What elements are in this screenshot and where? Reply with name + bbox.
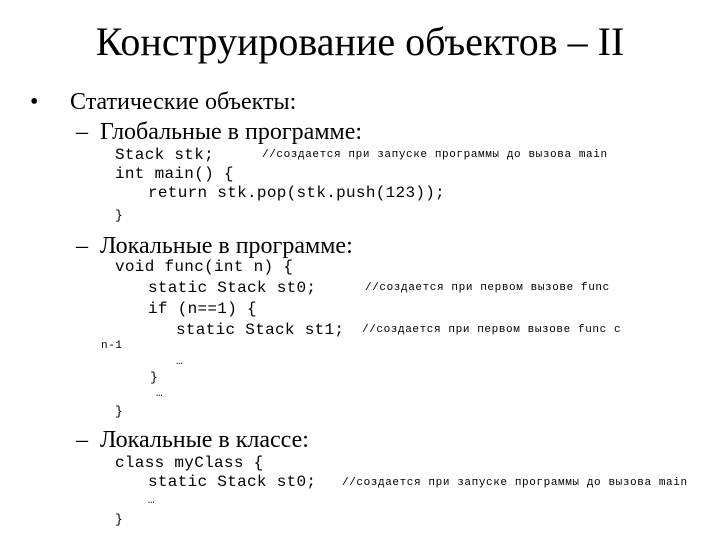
code-line: Stack stk; — [115, 146, 215, 164]
code-line: } — [115, 404, 124, 419]
code-comment: //создается при запуске программы до выз… — [342, 477, 688, 489]
code-ellipsis: … — [176, 356, 184, 368]
code-line: static Stack st1; — [176, 321, 345, 339]
bullet-static-objects: Статические объекты: — [70, 89, 297, 115]
code-line: static Stack st0; — [148, 473, 317, 491]
section-local-class-heading: Локальные в классе: — [100, 427, 309, 453]
code-line: if (n==1) { — [148, 300, 257, 318]
dash-marker: – — [76, 233, 88, 259]
slide-title: Конструирование объектов – II — [95, 19, 625, 64]
code-line: } — [115, 208, 124, 223]
code-line: } — [115, 512, 124, 527]
dash-marker: – — [76, 119, 88, 145]
dash-marker: – — [76, 427, 88, 453]
section-local-program-heading: Локальные в программе: — [100, 233, 353, 259]
code-line: return stk.pop(stk.push(123)); — [148, 184, 446, 202]
code-ellipsis: … — [148, 495, 156, 507]
bullet-marker: • — [30, 89, 39, 115]
code-line: int main() { — [115, 165, 234, 183]
code-comment: //создается при первом вызове func — [365, 282, 610, 294]
code-line: } — [150, 370, 159, 385]
code-ellipsis: … — [156, 388, 164, 400]
code-line: static Stack st0; — [148, 279, 317, 297]
code-comment: //создается при первом вызове func с — [362, 324, 622, 336]
code-line: void func(int n) { — [115, 258, 294, 276]
code-comment-wrap: n-1 — [101, 340, 123, 352]
code-comment: //создается при запуске программы до выз… — [262, 149, 608, 161]
section-global-heading: Глобальные в программе: — [100, 119, 363, 145]
code-line: class myClass { — [115, 454, 264, 472]
